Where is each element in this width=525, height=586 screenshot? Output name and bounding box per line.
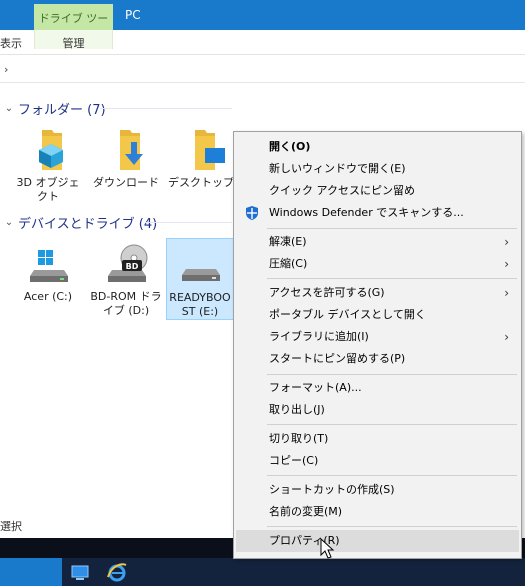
drive-item-label: READYBOOST (E:) — [169, 291, 231, 318]
menu-item-label: ポータブル デバイスとして開く — [269, 308, 426, 321]
menu-item-properties[interactable]: プロパティ(R) — [236, 530, 519, 552]
svg-text:BD: BD — [126, 262, 139, 271]
ribbon-tabs: 表示 管理 — [0, 30, 525, 55]
tab-manage[interactable]: 管理 — [34, 30, 113, 50]
folder-item-3d-objects[interactable]: 3D オブジェクト — [12, 128, 84, 204]
folder-desktop-icon — [177, 128, 227, 172]
menu-separator — [267, 424, 517, 425]
folder-item-label: 3D オブジェクト — [16, 176, 80, 203]
menu-separator — [267, 374, 517, 375]
folder-item-desktop[interactable]: デスクトップ — [168, 128, 234, 190]
menu-item-label: 名前の変更(M) — [269, 505, 343, 518]
menu-item-pin-quick-access[interactable]: クイック アクセスにピン留め — [236, 180, 519, 202]
menu-item-label: コピー(C) — [269, 454, 319, 467]
address-bar[interactable]: › — [0, 59, 525, 83]
folder-item-label: デスクトップ — [168, 176, 234, 189]
menu-separator — [267, 475, 517, 476]
menu-item-label: 新しいウィンドウで開く(E) — [269, 162, 406, 175]
menu-item-label: 取り出し(J) — [269, 403, 325, 416]
windows-defender-icon — [244, 205, 260, 221]
bd-drive-icon: BD — [102, 242, 150, 286]
chevron-right-icon[interactable]: › — [4, 63, 8, 76]
menu-item-create-shortcut[interactable]: ショートカットの作成(S) — [236, 479, 519, 501]
submenu-arrow-icon: › — [504, 257, 509, 271]
menu-item-label: アクセスを許可する(G) — [269, 286, 385, 299]
internet-explorer-icon[interactable] — [106, 561, 128, 583]
menu-item-open-portable[interactable]: ポータブル デバイスとして開く — [236, 304, 519, 326]
menu-item-label: ショートカットの作成(S) — [269, 483, 395, 496]
menu-separator — [267, 228, 517, 229]
menu-item-label: フォーマット(A)... — [269, 381, 362, 394]
submenu-arrow-icon: › — [504, 330, 509, 344]
menu-item-open[interactable]: 開く(O) — [236, 136, 519, 158]
chevron-down-icon[interactable]: ⌄ — [2, 217, 16, 228]
chevron-down-icon[interactable]: ⌄ — [2, 103, 16, 114]
menu-item-label: クイック アクセスにピン留め — [269, 184, 415, 197]
menu-item-open-new-window[interactable]: 新しいウィンドウで開く(E) — [236, 158, 519, 180]
drive-item-c[interactable]: Acer (C:) — [12, 242, 84, 304]
menu-item-label: 圧縮(C) — [269, 257, 308, 270]
group-header-drives[interactable]: ⌄ デバイスとドライブ (4) — [0, 213, 232, 232]
drive-item-label: BD-ROM ドライブ (D:) — [90, 290, 162, 317]
menu-item-label: 切り取り(T) — [269, 432, 329, 445]
start-button-area[interactable] — [0, 558, 62, 586]
folder-item-label: ダウンロード — [93, 176, 159, 189]
menu-item-format[interactable]: フォーマット(A)... — [236, 377, 519, 399]
menu-item-give-access[interactable]: アクセスを許可する(G) › — [236, 282, 519, 304]
drive-item-label: Acer (C:) — [23, 290, 73, 303]
menu-item-label: Windows Defender でスキャンする... — [269, 206, 464, 219]
group-divider — [145, 222, 232, 223]
window-title: PC — [125, 8, 141, 22]
menu-item-label: 解凍(E) — [269, 235, 307, 248]
usb-drive-icon — [176, 243, 224, 287]
menu-item-add-to-library[interactable]: ライブラリに追加(I) › — [236, 326, 519, 348]
menu-item-pin-to-start[interactable]: スタートにピン留めする(P) — [236, 348, 519, 370]
menu-item-eject[interactable]: 取り出し(J) — [236, 399, 519, 421]
menu-item-copy[interactable]: コピー(C) — [236, 450, 519, 472]
menu-item-cut[interactable]: 切り取り(T) — [236, 428, 519, 450]
drive-item-e[interactable]: READYBOOST (E:) — [166, 238, 234, 320]
menu-item-extract[interactable]: 解凍(E) › — [236, 231, 519, 253]
submenu-arrow-icon: › — [504, 286, 509, 300]
monitor-icon[interactable] — [70, 561, 92, 583]
menu-separator — [267, 526, 517, 527]
menu-item-label: ライブラリに追加(I) — [269, 330, 369, 343]
group-label-drives: デバイスとドライブ (4) — [18, 216, 158, 232]
drive-tools-context-tab[interactable]: ドライブ ツール — [34, 4, 113, 41]
menu-item-label: 開く(O) — [269, 140, 311, 153]
folder-item-downloads[interactable]: ダウンロード — [90, 128, 162, 190]
group-header-folders[interactable]: ⌄ フォルダー (7) — [0, 99, 232, 118]
menu-item-label: スタートにピン留めする(P) — [269, 352, 406, 365]
windows-drive-icon — [24, 242, 72, 286]
menu-item-defender-scan[interactable]: Windows Defender でスキャンする... — [236, 202, 519, 224]
submenu-arrow-icon: › — [504, 235, 509, 249]
folder-download-icon — [102, 128, 150, 172]
context-menu: 開く(O) 新しいウィンドウで開く(E) クイック アクセスにピン留め Wind… — [233, 131, 522, 559]
group-divider — [100, 108, 232, 109]
tab-view[interactable]: 表示 — [0, 35, 22, 51]
menu-separator — [267, 278, 517, 279]
status-bar-text: 選択 — [0, 520, 22, 533]
drive-item-d[interactable]: BD BD-ROM ドライブ (D:) — [90, 242, 162, 318]
folder-3d-icon — [24, 128, 72, 172]
mouse-cursor-icon — [320, 537, 336, 560]
menu-item-compress[interactable]: 圧縮(C) › — [236, 253, 519, 275]
menu-item-rename[interactable]: 名前の変更(M) — [236, 501, 519, 523]
group-label-folders: フォルダー (7) — [18, 102, 106, 118]
